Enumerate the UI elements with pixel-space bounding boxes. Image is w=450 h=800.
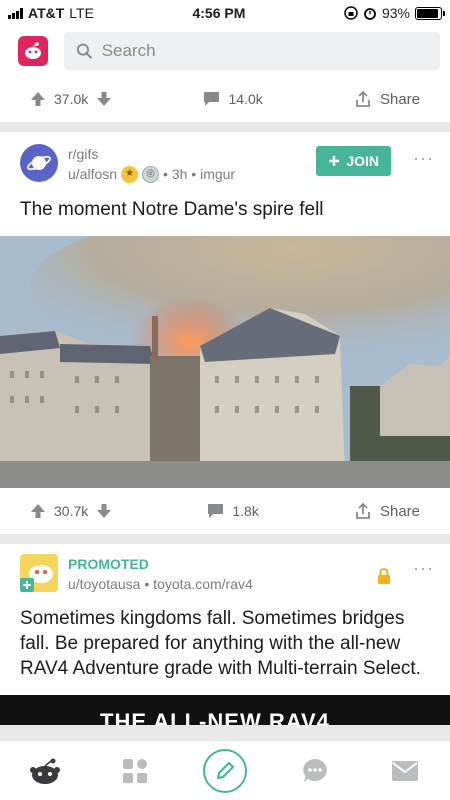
app-header bbox=[0, 26, 450, 76]
post-action-bar: 30.7k 1.8k Share bbox=[0, 488, 450, 534]
comment-icon bbox=[204, 92, 220, 106]
plus-icon bbox=[329, 156, 340, 166]
upvote-count: 37.0k bbox=[54, 91, 89, 107]
compose-icon bbox=[216, 761, 235, 779]
reddit-logo[interactable] bbox=[18, 36, 48, 66]
carrier: AT&T bbox=[28, 5, 65, 21]
home-icon bbox=[30, 758, 60, 784]
post-author[interactable]: u/alfosn bbox=[68, 164, 117, 184]
planet-icon bbox=[27, 155, 51, 171]
promo-video[interactable]: THE ALL-NEW RAV4 bbox=[0, 695, 450, 725]
communities-icon bbox=[123, 758, 147, 783]
post-card[interactable]: r/gifs u/alfosn ★ ◎ • 3h • imgur JOIN ··… bbox=[0, 132, 450, 534]
tab-chat[interactable] bbox=[290, 746, 340, 796]
gold-award-icon: ★ bbox=[121, 165, 139, 183]
tab-inbox[interactable] bbox=[380, 746, 430, 796]
promoted-post-card[interactable]: PROMOTED u/toyotausa • toyota.com/rav4 ·… bbox=[0, 544, 450, 725]
share-button[interactable]: Share bbox=[354, 502, 420, 520]
lock-icon bbox=[378, 568, 391, 584]
comment-count: 1.8k bbox=[232, 503, 259, 519]
join-button[interactable]: JOIN bbox=[316, 146, 392, 176]
snoo-icon bbox=[20, 565, 53, 592]
comment-icon bbox=[208, 504, 224, 518]
search-box[interactable] bbox=[64, 32, 440, 70]
comments-button[interactable]: 1.8k bbox=[207, 503, 259, 519]
downvote-icon[interactable] bbox=[96, 503, 112, 519]
network-type: LTE bbox=[69, 5, 94, 21]
silver-award-icon: ◎ bbox=[142, 165, 160, 183]
subreddit-avatar[interactable] bbox=[20, 144, 58, 182]
advertiser-domain[interactable]: • toyota.com/rav4 bbox=[144, 574, 252, 594]
feed[interactable]: 37.0k 14.0k Share r/gifs u/alfosn ★ ◎ • … bbox=[0, 76, 450, 740]
feed-divider bbox=[0, 122, 450, 132]
upvote-count: 30.7k bbox=[54, 503, 89, 519]
share-button[interactable]: Share bbox=[354, 90, 420, 108]
share-icon bbox=[356, 502, 370, 519]
upvote-icon[interactable] bbox=[30, 503, 46, 519]
more-options-icon[interactable]: ··· bbox=[413, 558, 434, 579]
upvote-icon[interactable] bbox=[30, 91, 46, 107]
post-title[interactable]: The moment Notre Dame's spire fell bbox=[0, 184, 450, 236]
prev-post-card: 37.0k 14.0k Share bbox=[0, 76, 450, 122]
share-label: Share bbox=[379, 502, 420, 520]
battery-icon bbox=[414, 6, 445, 20]
tab-communities[interactable] bbox=[110, 746, 160, 796]
status-bar: AT&T LTE 4:56 PM 93% bbox=[0, 0, 450, 26]
downvote-icon[interactable] bbox=[96, 91, 112, 107]
snoo-icon bbox=[25, 42, 41, 59]
tab-compose[interactable] bbox=[200, 746, 250, 796]
inbox-icon bbox=[392, 760, 418, 781]
promoted-label: PROMOTED bbox=[68, 556, 149, 572]
more-options-icon[interactable]: ··· bbox=[413, 148, 434, 169]
advertiser-user[interactable]: u/toyotausa bbox=[68, 574, 140, 594]
battery-percent: 93% bbox=[381, 5, 410, 21]
join-label: JOIN bbox=[346, 153, 380, 169]
signal-icon bbox=[8, 7, 23, 19]
share-label: Share bbox=[379, 90, 420, 108]
search-icon bbox=[76, 43, 92, 59]
post-image[interactable] bbox=[0, 236, 450, 488]
prev-post-action-bar: 37.0k 14.0k Share bbox=[0, 76, 450, 122]
tab-bar bbox=[0, 740, 450, 800]
promo-title[interactable]: Sometimes kingdoms fall. Sometimes bridg… bbox=[0, 594, 450, 695]
search-input[interactable] bbox=[101, 41, 428, 61]
tab-home[interactable] bbox=[20, 746, 70, 796]
advertiser-avatar[interactable] bbox=[20, 554, 58, 592]
subreddit-name[interactable]: r/gifs bbox=[68, 144, 306, 164]
feed-divider bbox=[0, 534, 450, 544]
comments-button[interactable]: 14.0k bbox=[203, 91, 263, 107]
post-meta-info: • 3h • imgur bbox=[163, 166, 236, 182]
alarm-icon bbox=[364, 8, 376, 20]
comment-count: 14.0k bbox=[228, 91, 263, 107]
rotation-lock-icon bbox=[344, 6, 358, 20]
notre-dame-fire-image bbox=[0, 236, 450, 488]
share-icon bbox=[356, 90, 370, 107]
clock: 4:56 PM bbox=[192, 5, 246, 21]
promo-video-text: THE ALL-NEW RAV4 bbox=[100, 709, 330, 725]
chat-icon bbox=[303, 758, 327, 782]
